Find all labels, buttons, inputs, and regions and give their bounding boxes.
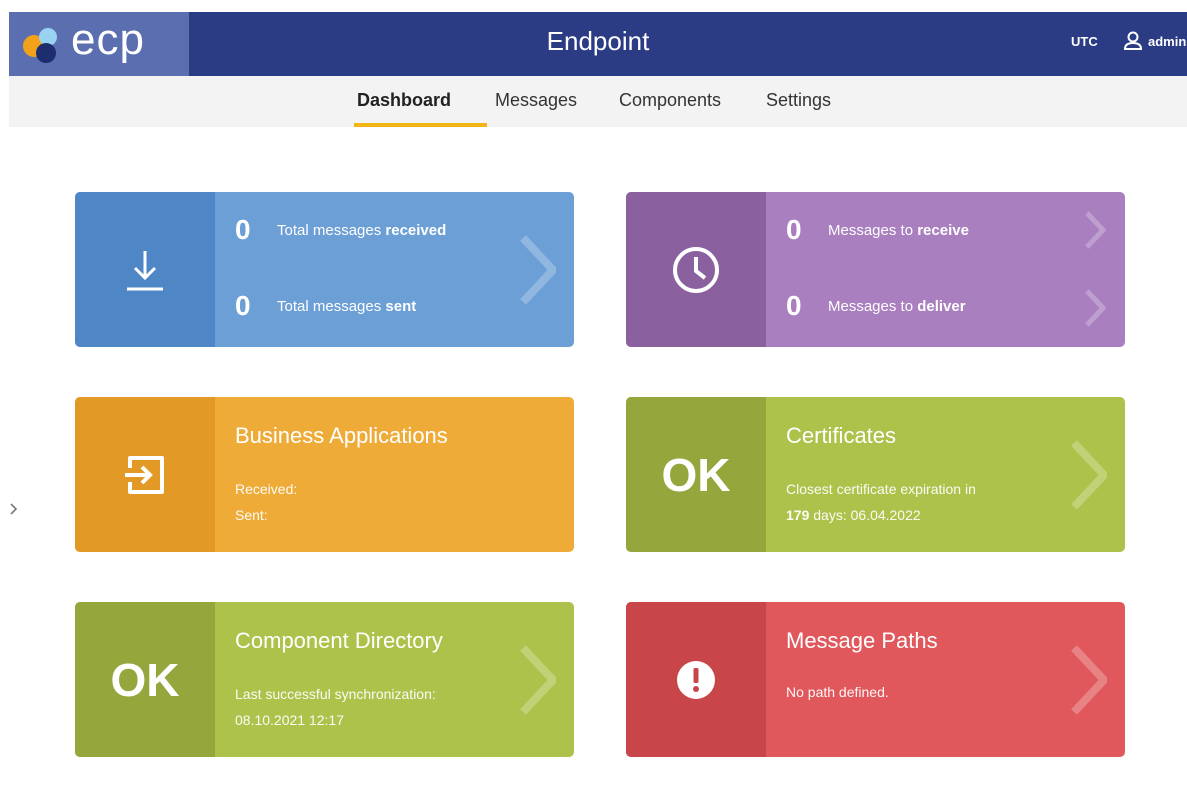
certificates-line1: Closest certificate expiration in [786,481,976,497]
directory-title: Component Directory [235,628,443,653]
certificates-expiry: days: 06.04.2022 [813,507,921,523]
sent-label: Total messages [277,297,382,315]
to-receive-emphasis: receive [917,221,969,239]
paths-title: Message Paths [786,628,938,653]
certificates-tile[interactable]: OK Certificates Closest certificate expi… [626,397,1125,552]
business-sent-label: Sent: [235,507,268,523]
to-deliver-label: Messages to [828,297,914,315]
messages-tile[interactable]: 0 Total messages received 0 Total messag… [75,192,574,347]
business-applications-tile[interactable]: Business Applications Received: Sent: [75,397,574,552]
directory-status-area: OK [75,602,215,757]
chevron-right-icon [1071,645,1107,715]
business-title: Business Applications [235,423,448,448]
to-receive-stat[interactable]: 0 Messages to receive [786,214,969,246]
to-receive-label: Messages to [828,221,914,239]
tab-settings[interactable]: Settings [766,90,831,111]
login-icon [125,455,164,494]
certificates-status: OK [661,448,731,501]
top-bar: ecp Endpoint UTC admin [9,12,1187,76]
nav-bar: Dashboard Messages Components Settings [9,76,1187,127]
download-icon [127,250,163,290]
received-stat: 0 Total messages received [235,214,446,246]
certificates-line2: 179 days: 06.04.2022 [786,507,921,523]
message-paths-tile[interactable]: Message Paths No path defined. [626,602,1125,757]
business-tile-icon-area [75,397,215,552]
user-name: admin [1148,33,1187,49]
paths-status: No path defined. [786,684,889,700]
clock-icon [673,246,719,293]
paths-tile-icon-area [626,602,766,757]
queue-tile-icon-area [626,192,766,347]
certificates-title: Certificates [786,423,897,448]
active-tab-indicator [354,123,487,127]
user-menu[interactable]: admin [1122,30,1186,52]
to-deliver-stat[interactable]: 0 Messages to deliver [786,290,966,322]
alert-icon [677,660,715,699]
timezone-label[interactable]: UTC [1071,34,1098,49]
user-icon [1123,31,1143,50]
logo[interactable]: ecp [9,12,189,76]
tab-dashboard[interactable]: Dashboard [357,90,451,111]
certificates-days: 179 [786,507,810,523]
certificates-status-area: OK [626,397,766,552]
sent-emphasis: sent [385,297,417,315]
sent-stat: 0 Total messages sent [235,290,416,322]
chevron-right-icon [520,235,556,305]
received-count: 0 [235,214,251,245]
logo-icon [23,28,57,63]
chevron-right-icon [1085,289,1106,327]
to-deliver-emphasis: deliver [917,297,966,315]
component-directory-tile[interactable]: OK Component Directory Last successful s… [75,602,574,757]
business-received-label: Received: [235,481,298,497]
tab-components[interactable]: Components [619,90,721,111]
directory-line1: Last successful synchronization: [235,686,436,702]
to-deliver-count: 0 [786,290,802,321]
chevron-right-icon [1085,211,1106,249]
queue-tile[interactable]: 0 Messages to receive 0 Messages to deli… [626,192,1125,347]
received-emphasis: received [385,221,447,239]
received-label: Total messages [277,221,382,239]
chevron-right-icon [1071,440,1107,510]
to-receive-count: 0 [786,214,802,245]
tab-messages[interactable]: Messages [495,90,577,111]
chevron-right-icon [520,645,556,715]
messages-tile-icon-area [75,192,215,347]
directory-sync-time: 08.10.2021 12:17 [235,712,344,728]
directory-status: OK [110,653,180,706]
sent-count: 0 [235,290,251,321]
chevron-right-icon[interactable] [7,498,21,520]
logo-text: ecp [71,15,145,64]
